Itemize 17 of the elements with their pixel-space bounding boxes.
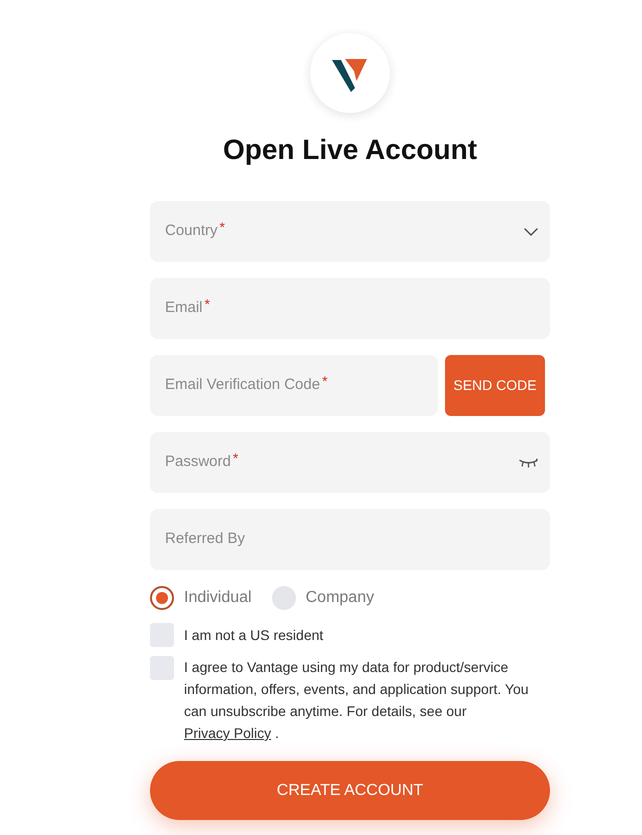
radio-button[interactable] [272,586,296,610]
password-field[interactable]: Password* [150,432,550,493]
radio-label[interactable]: Individual [184,586,252,610]
send-code-button[interactable]: SEND CODE [445,355,545,416]
create-account-button[interactable]: CREATE ACCOUNT [150,761,550,820]
radio-button[interactable] [150,586,174,610]
input-field[interactable]: Referred By [150,509,550,570]
chevron-down-icon [524,228,538,236]
consent-text: I agree to Vantage using my data for product/service information, offers, events, and application support. You can unsubscribe anytime. For details, see our Privacy Policy . [184,658,530,743]
closed-eye-icon[interactable] [519,458,538,468]
privacy-policy-link[interactable]: Privacy Policy [184,725,272,741]
country-dropdown[interactable]: Country* [150,201,550,262]
verification-code-field[interactable]: Email Verification Code* [150,355,438,416]
checkbox-label: I am not a US resident [184,626,324,645]
email-field[interactable]: Email* [150,278,550,339]
radio-label[interactable]: Company [306,586,374,610]
page-title: Open Live Account [222,133,478,167]
